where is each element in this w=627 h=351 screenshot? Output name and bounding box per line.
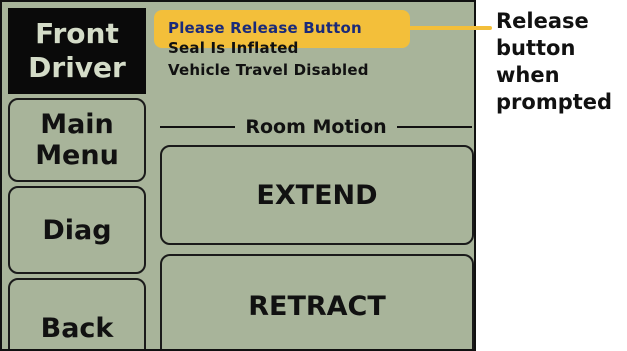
diag-label: Diag — [42, 214, 112, 246]
callout-line-2: button — [496, 36, 576, 60]
main-menu-label-line2: Menu — [35, 140, 119, 171]
callout-line-4: prompted — [496, 90, 613, 114]
location-header-line2: Driver — [28, 51, 126, 84]
status-message-seal: Seal Is Inflated — [168, 39, 299, 57]
location-header-line1: Front — [35, 17, 119, 50]
callout-line-1: Release — [496, 9, 589, 33]
room-motion-header: Room Motion — [160, 112, 473, 142]
extend-label: EXTEND — [256, 179, 378, 211]
callout-annotation: Release button when prompted — [496, 8, 626, 116]
back-button[interactable]: Back — [8, 278, 146, 349]
location-header: Front Driver — [8, 8, 146, 94]
callout-line-3: when — [496, 63, 560, 87]
header-rule-right — [396, 126, 473, 128]
status-message-travel: Vehicle Travel Disabled — [168, 61, 369, 79]
room-motion-title: Room Motion — [245, 116, 387, 138]
lcd-screen: Front Driver Main Menu Diag Back Please … — [0, 0, 476, 351]
retract-label: RETRACT — [248, 290, 386, 322]
main-menu-button[interactable]: Main Menu — [8, 98, 146, 182]
main-menu-label-line1: Main — [40, 109, 114, 140]
diag-button[interactable]: Diag — [8, 186, 146, 274]
extend-button[interactable]: EXTEND — [160, 145, 474, 245]
header-rule-left — [160, 126, 236, 128]
status-messages: Please Release Button Seal Is Inflated V… — [154, 10, 474, 79]
retract-button[interactable]: RETRACT — [160, 254, 474, 349]
callout-connector — [406, 26, 492, 30]
back-label: Back — [40, 312, 114, 344]
